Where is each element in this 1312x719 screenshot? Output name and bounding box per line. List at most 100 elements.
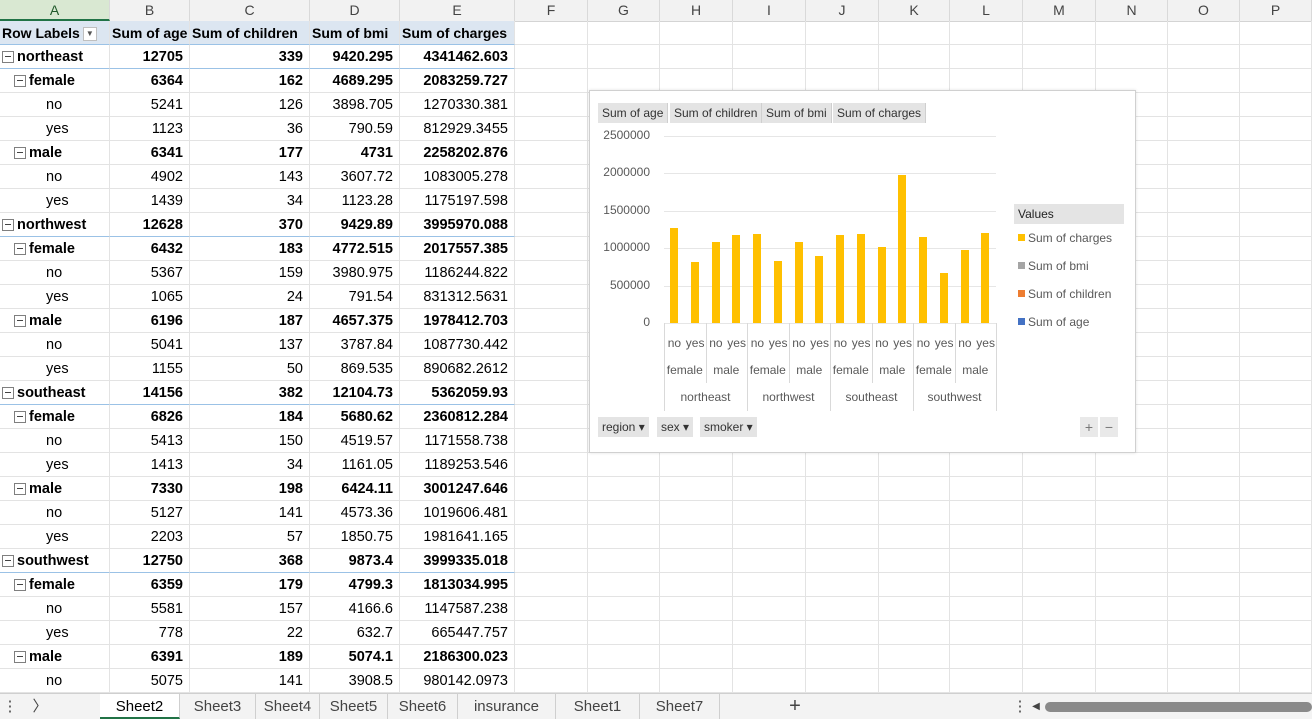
empty-cell[interactable] (950, 453, 1023, 477)
value-cell-charges[interactable]: 3995970.088 (400, 213, 515, 237)
empty-cell[interactable] (1168, 621, 1240, 645)
empty-cell[interactable] (806, 621, 879, 645)
empty-cell[interactable] (733, 645, 806, 669)
column-header-j[interactable]: J (806, 0, 879, 21)
value-cell-age[interactable]: 1123 (110, 117, 190, 141)
pivot-row[interactable]: southwest 12750 368 9873.4 3999335.018 (0, 549, 1312, 573)
value-cell-children[interactable]: 189 (190, 645, 310, 669)
empty-cell[interactable] (1023, 669, 1096, 693)
row-label-cell[interactable]: northwest (0, 213, 110, 237)
empty-cell[interactable] (515, 621, 588, 645)
empty-cell[interactable] (515, 21, 588, 45)
empty-cell[interactable] (1168, 141, 1240, 165)
sheet-tab-sheet6[interactable]: Sheet6 (388, 694, 458, 719)
empty-cell[interactable] (806, 477, 879, 501)
empty-cell[interactable] (660, 573, 733, 597)
empty-cell[interactable] (515, 357, 588, 381)
value-cell-bmi[interactable]: 4689.295 (310, 69, 400, 93)
value-cell-age[interactable]: 6432 (110, 237, 190, 261)
value-cell-bmi[interactable]: 4573.36 (310, 501, 400, 525)
column-header-i[interactable]: I (733, 0, 806, 21)
value-cell-children[interactable]: 179 (190, 573, 310, 597)
empty-cell[interactable] (879, 621, 950, 645)
empty-cell[interactable] (879, 21, 950, 45)
row-label-cell[interactable]: no (0, 429, 110, 453)
column-header-n[interactable]: N (1096, 0, 1168, 21)
empty-cell[interactable] (588, 549, 660, 573)
empty-cell[interactable] (660, 501, 733, 525)
empty-cell[interactable] (1240, 597, 1312, 621)
value-cell-children[interactable]: 339 (190, 45, 310, 69)
value-cell-bmi[interactable]: 1850.75 (310, 525, 400, 549)
empty-cell[interactable] (879, 525, 950, 549)
caret-down-icon[interactable]: ▾ (743, 420, 753, 434)
row-label-cell[interactable]: male (0, 309, 110, 333)
row-label-cell[interactable]: yes (0, 357, 110, 381)
empty-cell[interactable] (1168, 477, 1240, 501)
empty-cell[interactable] (1240, 285, 1312, 309)
row-label-cell[interactable]: female (0, 405, 110, 429)
sheet-tab-sheet2[interactable]: Sheet2 (100, 694, 180, 719)
value-cell-age[interactable]: 6391 (110, 645, 190, 669)
empty-cell[interactable] (1168, 117, 1240, 141)
empty-cell[interactable] (588, 645, 660, 669)
empty-cell[interactable] (1096, 669, 1168, 693)
value-cell-children[interactable]: 150 (190, 429, 310, 453)
empty-cell[interactable] (1240, 21, 1312, 45)
value-cell-bmi[interactable]: 4166.6 (310, 597, 400, 621)
empty-cell[interactable] (1168, 45, 1240, 69)
empty-cell[interactable] (1023, 501, 1096, 525)
value-cell-bmi[interactable]: 12104.73 (310, 381, 400, 405)
value-cell-children[interactable]: 24 (190, 285, 310, 309)
empty-cell[interactable] (515, 333, 588, 357)
pivot-row[interactable]: female 6359 179 4799.3 1813034.995 (0, 573, 1312, 597)
pivot-chart[interactable]: Sum of age Sum of children Sum of bmi Sum o… (589, 90, 1136, 453)
column-header-h[interactable]: H (660, 0, 733, 21)
row-label-cell[interactable]: yes (0, 189, 110, 213)
value-cell-age[interactable]: 6359 (110, 573, 190, 597)
collapse-icon[interactable] (14, 411, 26, 424)
sheet-tab-sheet7[interactable]: Sheet7 (640, 694, 720, 719)
value-cell-bmi[interactable]: 4772.515 (310, 237, 400, 261)
empty-cell[interactable] (1168, 645, 1240, 669)
value-cell-bmi[interactable]: 9420.295 (310, 45, 400, 69)
empty-cell[interactable] (1096, 477, 1168, 501)
empty-cell[interactable] (1240, 669, 1312, 693)
row-label-cell[interactable]: southeast (0, 381, 110, 405)
empty-cell[interactable] (733, 669, 806, 693)
empty-cell[interactable] (515, 645, 588, 669)
empty-cell[interactable] (1096, 453, 1168, 477)
empty-cell[interactable] (733, 501, 806, 525)
field-button[interactable]: Sum of children (670, 103, 763, 123)
empty-cell[interactable] (879, 573, 950, 597)
empty-cell[interactable] (806, 573, 879, 597)
column-header-c[interactable]: C (190, 0, 310, 21)
empty-cell[interactable] (1240, 45, 1312, 69)
empty-cell[interactable] (1240, 357, 1312, 381)
empty-cell[interactable] (1023, 573, 1096, 597)
value-cell-charges[interactable]: 1978412.703 (400, 309, 515, 333)
value-cell-age[interactable]: 6364 (110, 69, 190, 93)
empty-cell[interactable] (515, 213, 588, 237)
empty-cell[interactable] (515, 165, 588, 189)
sheet-tab-sheet1[interactable]: Sheet1 (556, 694, 640, 719)
empty-cell[interactable] (1168, 285, 1240, 309)
collapse-icon[interactable] (14, 75, 26, 88)
add-sheet-button[interactable]: + (775, 694, 815, 719)
value-cell-bmi[interactable]: 869.535 (310, 357, 400, 381)
value-cell-charges[interactable]: 3001247.646 (400, 477, 515, 501)
value-cell-charges[interactable]: 1083005.278 (400, 165, 515, 189)
empty-cell[interactable] (515, 573, 588, 597)
row-label-cell[interactable]: no (0, 333, 110, 357)
empty-cell[interactable] (879, 549, 950, 573)
value-cell-age[interactable]: 1065 (110, 285, 190, 309)
empty-cell[interactable] (1168, 261, 1240, 285)
pivot-row[interactable]: male 7330 198 6424.11 3001247.646 (0, 477, 1312, 501)
empty-cell[interactable] (1168, 381, 1240, 405)
value-cell-age[interactable]: 4902 (110, 165, 190, 189)
column-header-k[interactable]: K (879, 0, 950, 21)
row-label-cell[interactable]: no (0, 261, 110, 285)
value-cell-charges[interactable]: 3999335.018 (400, 549, 515, 573)
empty-cell[interactable] (806, 597, 879, 621)
row-label-cell[interactable]: male (0, 645, 110, 669)
